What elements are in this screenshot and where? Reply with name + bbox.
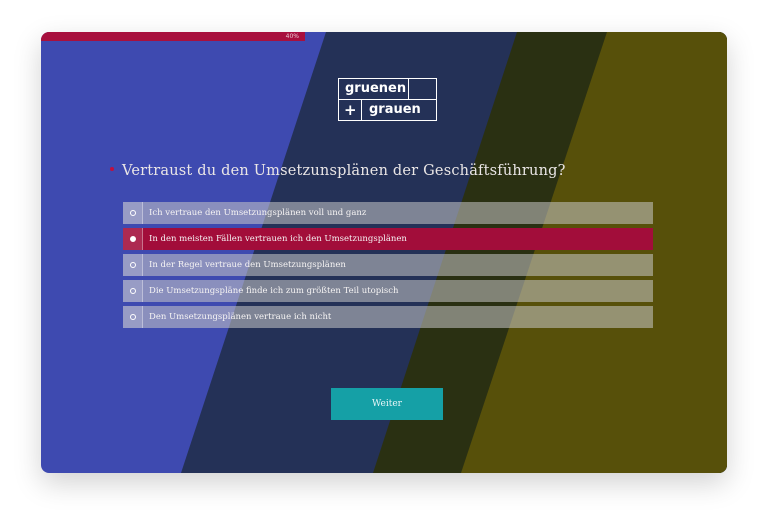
radio-cell[interactable] [123,254,143,276]
answer-label: Den Umsetzungsplänen vertraue ich nicht [149,312,332,322]
radio-cell[interactable] [123,228,143,250]
answer-option-5[interactable]: Den Umsetzungsplänen vertraue ich nicht [123,306,653,328]
answer-options: Ich vertraue den Umsetzungsplänen voll u… [123,202,653,332]
progress-label: 40% [285,33,299,40]
progress-bar: 40% [41,32,305,41]
radio-cell[interactable] [123,306,143,328]
answer-option-1[interactable]: Ich vertraue den Umsetzungsplänen voll u… [123,202,653,224]
logo-line2: grauen [369,102,421,117]
radio-cell[interactable] [123,280,143,302]
question-title: Vertraust du den Umsetzunsplänen der Ges… [110,163,670,179]
survey-card: 40% gruenen + grauen Vertraust du den Um… [41,32,727,473]
logo-plus-icon: + [344,101,357,119]
radio-selected-icon[interactable] [129,236,136,242]
answer-option-3[interactable]: In der Regel vertraue den Umsetzungsplän… [123,254,653,276]
radio-icon[interactable] [129,210,136,216]
answer-label: Die Umsetzungspläne finde ich zum größte… [149,286,399,296]
logo-line1: gruenen [345,81,407,96]
answer-option-2[interactable]: In den meisten Fällen vertrauen ich den … [123,228,653,250]
question-bullet-icon [110,167,114,171]
radio-icon[interactable] [129,288,136,294]
brand-logo: gruenen + grauen [338,78,437,121]
next-button[interactable]: Weiter [331,388,443,420]
answer-label: In den meisten Fällen vertrauen ich den … [149,234,407,244]
radio-cell[interactable] [123,202,143,224]
answer-label: Ich vertraue den Umsetzungsplänen voll u… [149,208,367,218]
logo-box-corner [408,78,437,100]
question-text: Vertraust du den Umsetzunsplänen der Ges… [122,163,566,179]
answer-option-4[interactable]: Die Umsetzungspläne finde ich zum größte… [123,280,653,302]
answer-label: In der Regel vertraue den Umsetzungsplän… [149,260,346,270]
radio-icon[interactable] [129,314,136,320]
radio-icon[interactable] [129,262,136,268]
